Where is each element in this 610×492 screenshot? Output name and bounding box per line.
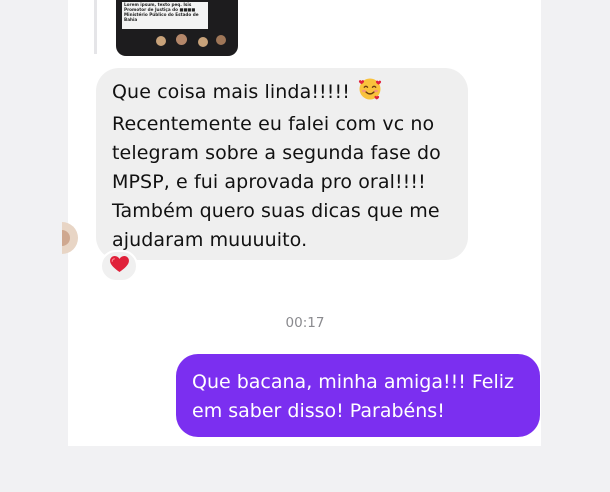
- incoming-message-bubble[interactable]: Que coisa mais linda!!!!! Recentemente e…: [96, 68, 468, 260]
- smiling-face-with-hearts-icon: [358, 77, 382, 110]
- outgoing-message-line: Que bacana, minha amiga!!! Feliz: [192, 371, 514, 393]
- incoming-message-line: ajudaram muuuuito.: [112, 229, 308, 251]
- shared-post-caption: Lorem ipsum, texto peq. Isis Promotor de…: [124, 2, 199, 23]
- red-heart-icon: [109, 255, 129, 277]
- incoming-message-line: Que coisa mais linda!!!!!: [112, 81, 350, 103]
- incoming-message-line: telegram sobre a segunda fase do: [112, 142, 441, 164]
- outgoing-message-bubble[interactable]: Que bacana, minha amiga!!! Feliz em sabe…: [176, 354, 540, 437]
- incoming-message-line: Recentemente eu falei com vc no: [112, 113, 435, 135]
- shared-post-thumbnail[interactable]: Lorem ipsum, texto peq. Isis Promotor de…: [116, 0, 238, 56]
- outgoing-message-line: em saber disso! Parabéns!: [192, 400, 445, 422]
- incoming-message-line: Também quero suas dicas que me: [112, 200, 440, 222]
- heart-reaction-badge[interactable]: [100, 250, 138, 282]
- message-timestamp: 00:17: [285, 315, 325, 331]
- incoming-message-line: MPSP, e fui aprovada pro oral!!!!: [112, 171, 426, 193]
- reply-thread-line: [94, 0, 97, 54]
